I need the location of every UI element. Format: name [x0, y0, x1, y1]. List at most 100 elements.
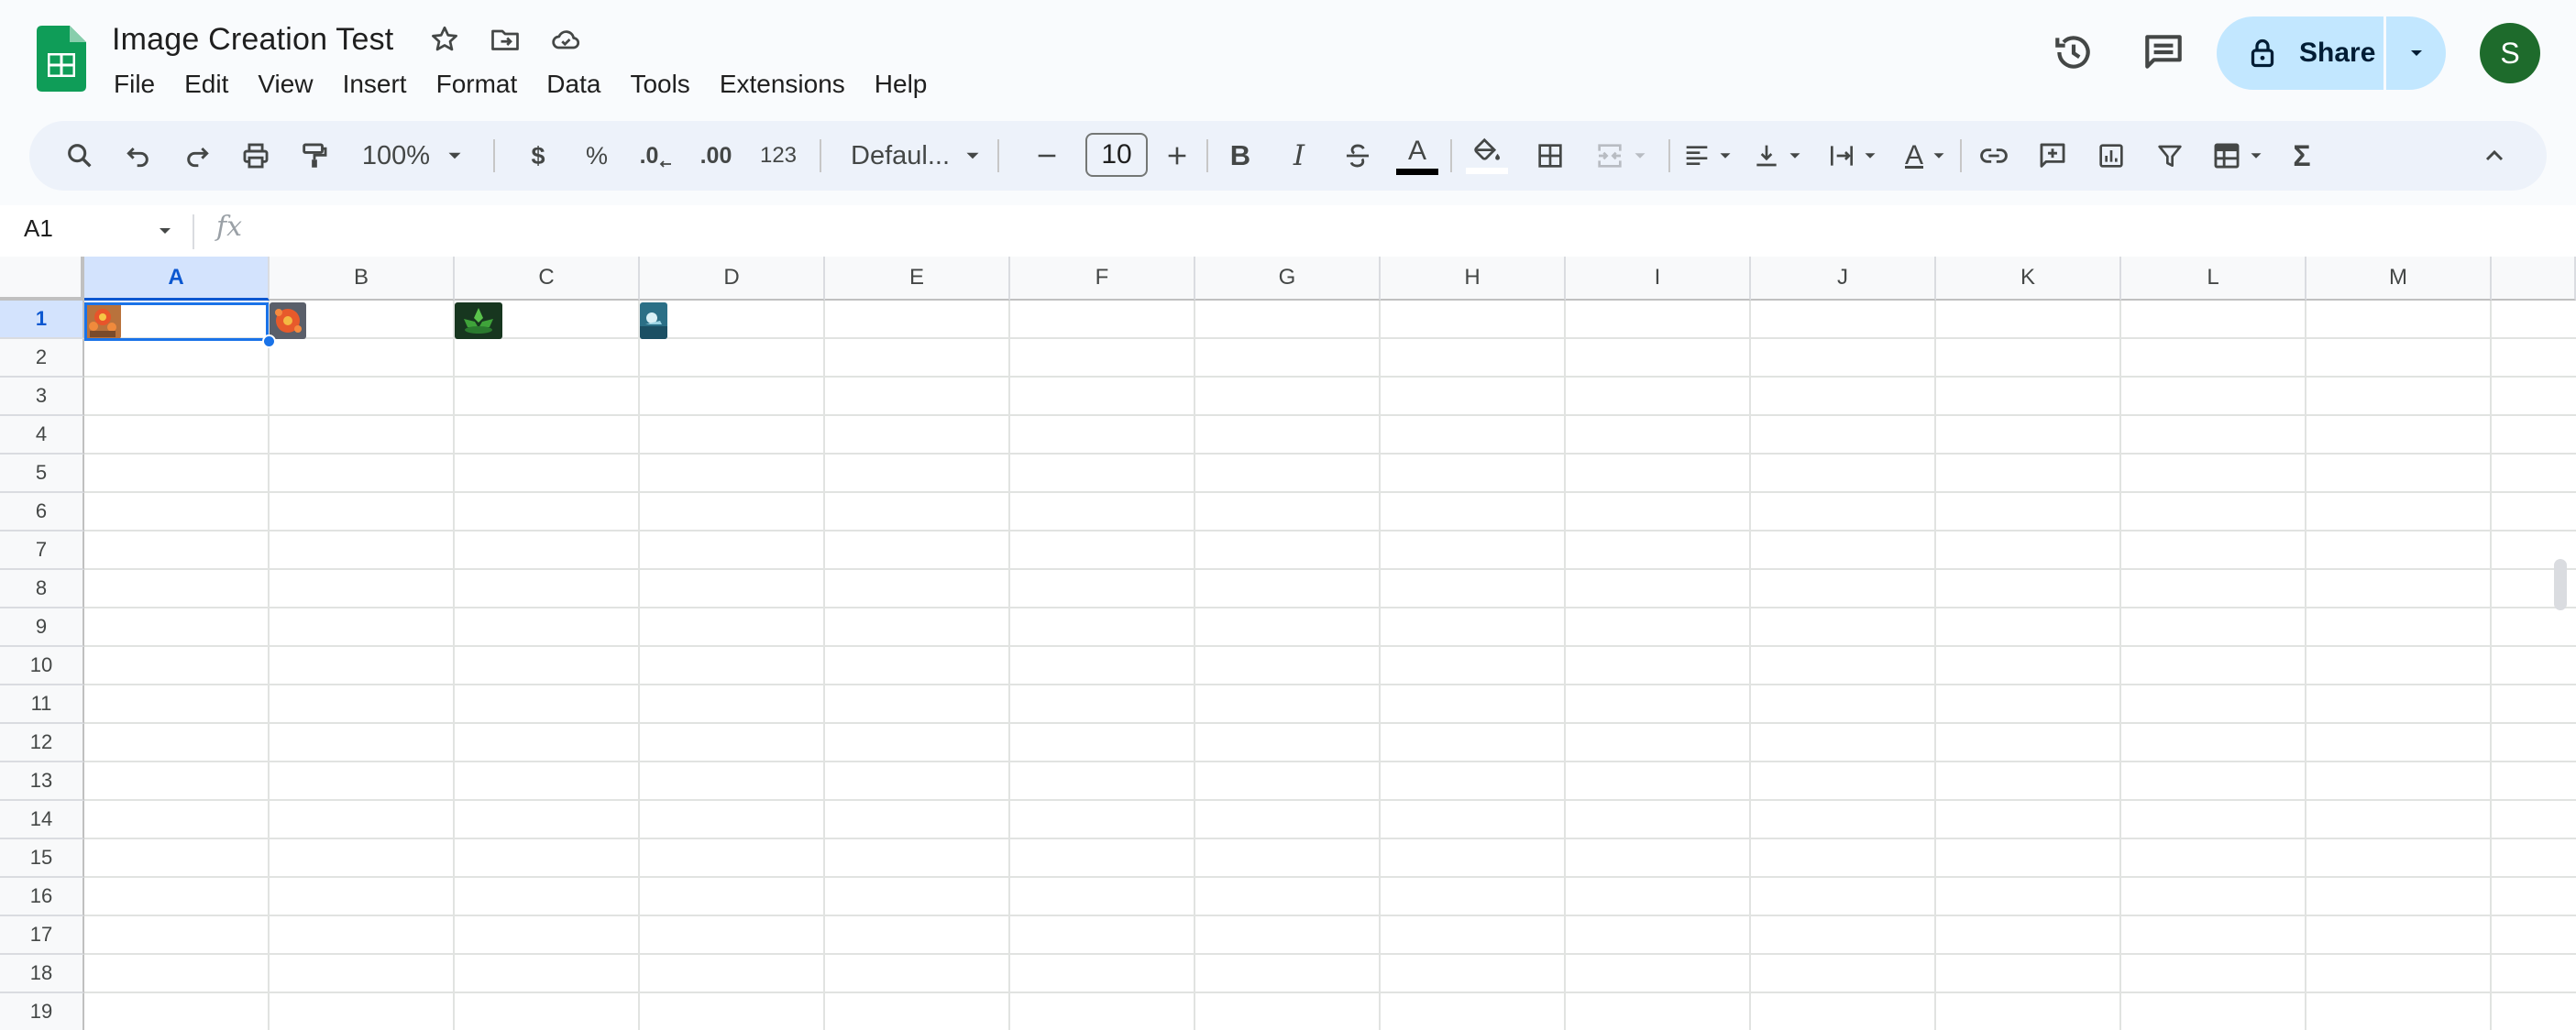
- cell-image-c1[interactable]: [455, 302, 502, 339]
- row-header-10[interactable]: 10: [0, 647, 84, 685]
- move-to-folder-icon[interactable]: [489, 23, 522, 56]
- insert-chart-button[interactable]: [2088, 121, 2134, 191]
- row-header-14[interactable]: 14: [0, 801, 84, 839]
- number-format-button[interactable]: 123: [750, 121, 807, 191]
- collapse-toolbar-button[interactable]: [2471, 121, 2517, 191]
- column-header-c[interactable]: C: [455, 257, 640, 301]
- text-rotation-button[interactable]: A: [1890, 121, 1964, 191]
- functions-button[interactable]: Σ: [2279, 121, 2325, 191]
- row-header-19[interactable]: 19: [0, 993, 84, 1030]
- paint-format-button[interactable]: [292, 121, 337, 191]
- menu-extensions[interactable]: Extensions: [705, 64, 860, 104]
- create-filter-button[interactable]: [2147, 121, 2193, 191]
- caret-down-icon[interactable]: [154, 220, 176, 242]
- text-color-button[interactable]: A: [1393, 121, 1441, 191]
- vertical-scrollbar[interactable]: [2554, 559, 2567, 610]
- arrow-left-icon: [660, 160, 672, 168]
- cell-image-d1[interactable]: [640, 302, 667, 339]
- decrease-decimal-button[interactable]: .0: [631, 121, 682, 191]
- column-header-f[interactable]: F: [1010, 257, 1195, 301]
- column-header-h[interactable]: H: [1381, 257, 1566, 301]
- menu-data[interactable]: Data: [532, 64, 615, 104]
- increase-decimal-button[interactable]: .00: [688, 121, 744, 191]
- print-button[interactable]: [233, 121, 279, 191]
- row-header-12[interactable]: 12: [0, 724, 84, 762]
- merge-cells-button[interactable]: [1586, 121, 1659, 191]
- comments-button[interactable]: [2141, 29, 2186, 75]
- format-percent-button[interactable]: %: [574, 121, 620, 191]
- zoom-select[interactable]: 100%: [352, 121, 477, 191]
- name-box[interactable]: A1: [24, 214, 53, 243]
- menu-tools[interactable]: Tools: [615, 64, 704, 104]
- star-icon[interactable]: [428, 23, 461, 56]
- cloud-saved-icon[interactable]: [549, 23, 582, 56]
- percent-symbol: %: [585, 141, 608, 170]
- column-header-m[interactable]: M: [2306, 257, 2492, 301]
- row-header-8[interactable]: 8: [0, 570, 84, 608]
- share-dropdown-button[interactable]: [2386, 16, 2446, 90]
- menu-edit[interactable]: Edit: [170, 64, 243, 104]
- row-header-17[interactable]: 17: [0, 916, 84, 955]
- fx-label: fx: [216, 211, 243, 243]
- column-header-i[interactable]: I: [1566, 257, 1751, 301]
- strikethrough-button[interactable]: [1335, 121, 1381, 191]
- font-size-input[interactable]: 10: [1085, 133, 1148, 177]
- increase-font-size-button[interactable]: [1159, 121, 1195, 191]
- row-header-16[interactable]: 16: [0, 878, 84, 916]
- column-header-k[interactable]: K: [1936, 257, 2121, 301]
- column-header-j[interactable]: J: [1751, 257, 1936, 301]
- spreadsheet-grid[interactable]: A B C D E F G H I J K L M 1 2 3 4 5 6 7 …: [0, 257, 2576, 1030]
- document-title[interactable]: Image Creation Test: [112, 22, 393, 58]
- row-header-5[interactable]: 5: [0, 455, 84, 493]
- font-select[interactable]: Defaul...: [829, 121, 1007, 191]
- search-menus-button[interactable]: [57, 121, 103, 191]
- row-header-2[interactable]: 2: [0, 339, 84, 378]
- column-header-e[interactable]: E: [825, 257, 1010, 301]
- fill-color-button[interactable]: [1463, 121, 1511, 191]
- fill-handle[interactable]: [262, 334, 276, 348]
- format-currency-button[interactable]: $: [515, 121, 561, 191]
- row-header-18[interactable]: 18: [0, 955, 84, 993]
- account-avatar[interactable]: S: [2480, 23, 2540, 83]
- menu-help[interactable]: Help: [860, 64, 942, 104]
- italic-button[interactable]: I: [1276, 121, 1322, 191]
- row-header-13[interactable]: 13: [0, 762, 84, 801]
- column-header-n[interactable]: [2492, 257, 2576, 301]
- row-header-7[interactable]: 7: [0, 531, 84, 570]
- menu-view[interactable]: View: [243, 64, 327, 104]
- table-button[interactable]: [2202, 121, 2275, 191]
- row-header-9[interactable]: 9: [0, 608, 84, 647]
- decrease-font-size-button[interactable]: [1029, 121, 1065, 191]
- menu-file[interactable]: File: [99, 64, 170, 104]
- column-header-b[interactable]: B: [270, 257, 455, 301]
- bold-button[interactable]: B: [1217, 121, 1263, 191]
- cell-image-b1[interactable]: [270, 302, 306, 339]
- insert-comment-button[interactable]: [2030, 121, 2075, 191]
- share-button[interactable]: Share: [2217, 16, 2383, 90]
- version-history-button[interactable]: [2051, 29, 2097, 75]
- column-header-d[interactable]: D: [640, 257, 825, 301]
- redo-icon: [187, 147, 209, 168]
- row-header-6[interactable]: 6: [0, 493, 84, 531]
- menu-format[interactable]: Format: [422, 64, 533, 104]
- sheets-logo-icon[interactable]: [37, 26, 86, 92]
- row-header-4[interactable]: 4: [0, 416, 84, 455]
- column-header-g[interactable]: G: [1195, 257, 1381, 301]
- column-header-a[interactable]: A: [84, 257, 270, 301]
- redo-button[interactable]: [174, 121, 220, 191]
- column-header-l[interactable]: L: [2121, 257, 2306, 301]
- row-header-3[interactable]: 3: [0, 378, 84, 416]
- vertical-align-button[interactable]: [1742, 121, 1815, 191]
- title-row: Image Creation Test: [112, 18, 582, 60]
- undo-button[interactable]: [116, 121, 161, 191]
- menu-insert[interactable]: Insert: [328, 64, 422, 104]
- grid-line: [2305, 301, 2306, 1030]
- borders-button[interactable]: [1527, 121, 1573, 191]
- row-header-15[interactable]: 15: [0, 839, 84, 878]
- row-header-11[interactable]: 11: [0, 685, 84, 724]
- text-wrapping-button[interactable]: [1817, 121, 1890, 191]
- insert-link-button[interactable]: [1971, 121, 2017, 191]
- select-all-corner[interactable]: [0, 257, 84, 301]
- selected-cell-a1[interactable]: [84, 302, 269, 341]
- row-header-1[interactable]: 1: [0, 301, 84, 339]
